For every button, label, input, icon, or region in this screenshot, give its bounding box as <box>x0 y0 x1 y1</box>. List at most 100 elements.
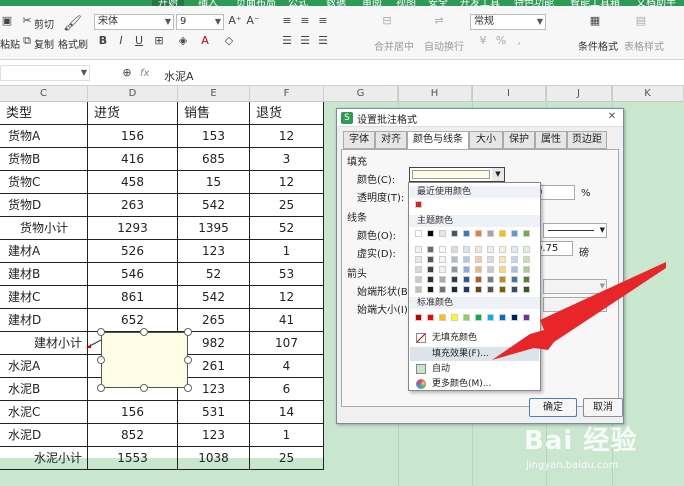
cell-purchase[interactable]: 1553 <box>88 447 178 470</box>
header-cell-returns[interactable]: 退货 <box>250 102 324 125</box>
theme-color-swatch[interactable] <box>439 256 446 263</box>
theme-color-swatch[interactable] <box>439 276 446 283</box>
cell-type[interactable]: 水泥A <box>0 355 88 378</box>
theme-color-swatch[interactable] <box>439 230 446 237</box>
col-header-f[interactable]: F <box>250 86 324 102</box>
col-header-c[interactable]: C <box>0 86 88 102</box>
cell-type[interactable]: 水泥B <box>0 378 88 401</box>
copy-icon[interactable]: ⧉ <box>20 34 34 48</box>
cut-icon[interactable]: ✂ <box>20 14 34 28</box>
theme-color-swatch[interactable] <box>451 230 458 237</box>
cell-purchase[interactable]: 458 <box>88 171 178 194</box>
tab-size[interactable]: 大小 <box>469 131 503 149</box>
merge-icon[interactable]: ⊟ <box>380 14 394 28</box>
theme-color-swatch[interactable] <box>451 256 458 263</box>
shrink-font-icon[interactable]: A⁻ <box>246 14 260 28</box>
cell-sales[interactable]: 123 <box>178 424 250 447</box>
theme-color-swatch[interactable] <box>415 266 422 273</box>
conditional-format-button[interactable]: 条件格式 <box>578 38 618 53</box>
header-cell-sales[interactable]: 销售 <box>178 102 250 125</box>
theme-color-swatch[interactable] <box>427 286 434 293</box>
cell-purchase[interactable]: 156 <box>88 401 178 424</box>
standard-color-swatch[interactable] <box>439 314 446 321</box>
tab-alignment[interactable]: 对齐 <box>375 131 407 149</box>
theme-color-swatch[interactable] <box>463 276 470 283</box>
align-top-icon[interactable]: ≡ <box>280 14 294 28</box>
recent-color-swatch[interactable] <box>415 201 422 208</box>
col-header-i[interactable]: I <box>472 86 546 102</box>
cell-purchase[interactable]: 1293 <box>88 217 178 240</box>
border-icon[interactable]: ⊞ <box>152 34 166 48</box>
cell-returns[interactable]: 12 <box>250 286 324 309</box>
cell-returns[interactable]: 14 <box>250 401 324 424</box>
cell-type[interactable]: 建材B <box>0 263 88 286</box>
theme-color-swatch[interactable] <box>511 246 518 253</box>
table-style-icon[interactable]: ▤ <box>634 14 648 28</box>
theme-color-swatch[interactable] <box>523 246 530 253</box>
theme-color-swatch[interactable] <box>487 230 494 237</box>
theme-color-swatch[interactable] <box>463 286 470 293</box>
tab-margins[interactable]: 页边距 <box>567 131 607 149</box>
theme-color-swatch[interactable] <box>427 230 434 237</box>
paste-label[interactable]: 粘贴 <box>0 36 20 51</box>
currency-icon[interactable]: ¥ <box>476 34 490 48</box>
cell-type[interactable]: 货物B <box>0 148 88 171</box>
theme-color-swatch[interactable] <box>439 286 446 293</box>
cell-purchase[interactable]: 156 <box>88 125 178 148</box>
comment-box[interactable] <box>101 332 188 388</box>
cell-sales[interactable]: 1038 <box>178 447 250 470</box>
align-right-icon[interactable]: ☰ <box>316 34 330 48</box>
tab-colors-lines[interactable]: 颜色与线条 <box>407 131 469 150</box>
cell-sales[interactable]: 542 <box>178 286 250 309</box>
conditional-format-icon[interactable]: ▦ <box>588 14 602 28</box>
clear-format-icon[interactable]: ◇ <box>222 34 236 48</box>
cell-sales[interactable]: 531 <box>178 401 250 424</box>
theme-color-swatch[interactable] <box>487 246 494 253</box>
cell-sales[interactable]: 123 <box>178 240 250 263</box>
header-cell-type[interactable]: 类型 <box>0 102 88 125</box>
theme-color-swatch[interactable] <box>439 246 446 253</box>
standard-color-swatch[interactable] <box>415 314 422 321</box>
ok-button[interactable]: 确定 <box>529 398 577 417</box>
cell-type[interactable]: 水泥C <box>0 401 88 424</box>
theme-color-swatch[interactable] <box>463 246 470 253</box>
theme-color-swatch[interactable] <box>475 246 482 253</box>
theme-color-swatch[interactable] <box>451 276 458 283</box>
cell-type[interactable]: 货物C <box>0 171 88 194</box>
fx-label[interactable]: fx <box>140 68 149 79</box>
cell-returns[interactable]: 25 <box>250 194 324 217</box>
cell-purchase[interactable]: 263 <box>88 194 178 217</box>
align-bottom-icon[interactable]: ≡ <box>316 14 330 28</box>
theme-color-swatch[interactable] <box>511 230 518 237</box>
bold-icon[interactable]: B <box>96 34 110 48</box>
cell-returns[interactable]: 41 <box>250 309 324 332</box>
cell-sales[interactable]: 15 <box>178 171 250 194</box>
standard-color-swatch[interactable] <box>451 314 458 321</box>
resize-handle[interactable] <box>140 384 148 392</box>
resize-handle[interactable] <box>97 384 105 392</box>
cell-returns[interactable]: 25 <box>250 447 324 470</box>
cell-returns[interactable]: 12 <box>250 171 324 194</box>
resize-handle[interactable] <box>140 328 148 336</box>
cell-sales[interactable]: 542 <box>178 194 250 217</box>
cancel-button[interactable]: 取消 <box>583 398 623 417</box>
align-left-icon[interactable]: ☰ <box>280 34 294 48</box>
zoom-icon[interactable]: ⊕ <box>120 66 134 80</box>
cell-type[interactable]: 货物小计 <box>0 217 88 240</box>
cell-type[interactable]: 建材A <box>0 240 88 263</box>
cut-button[interactable]: 剪切 <box>34 16 54 31</box>
theme-color-swatch[interactable] <box>463 230 470 237</box>
cell-type[interactable]: 货物D <box>0 194 88 217</box>
cell-type[interactable]: 货物A <box>0 125 88 148</box>
theme-color-swatch[interactable] <box>439 266 446 273</box>
theme-color-swatch[interactable] <box>463 256 470 263</box>
theme-color-swatch[interactable] <box>451 286 458 293</box>
fill-color-select[interactable]: ▼ <box>409 167 505 182</box>
resize-handle[interactable] <box>184 356 192 364</box>
resize-handle[interactable] <box>184 384 192 392</box>
col-header-d[interactable]: D <box>88 86 178 102</box>
cell-sales[interactable]: 153 <box>178 125 250 148</box>
header-cell-purchase[interactable]: 进货 <box>88 102 178 125</box>
theme-color-swatch[interactable] <box>499 246 506 253</box>
underline-icon[interactable]: U <box>132 34 146 48</box>
